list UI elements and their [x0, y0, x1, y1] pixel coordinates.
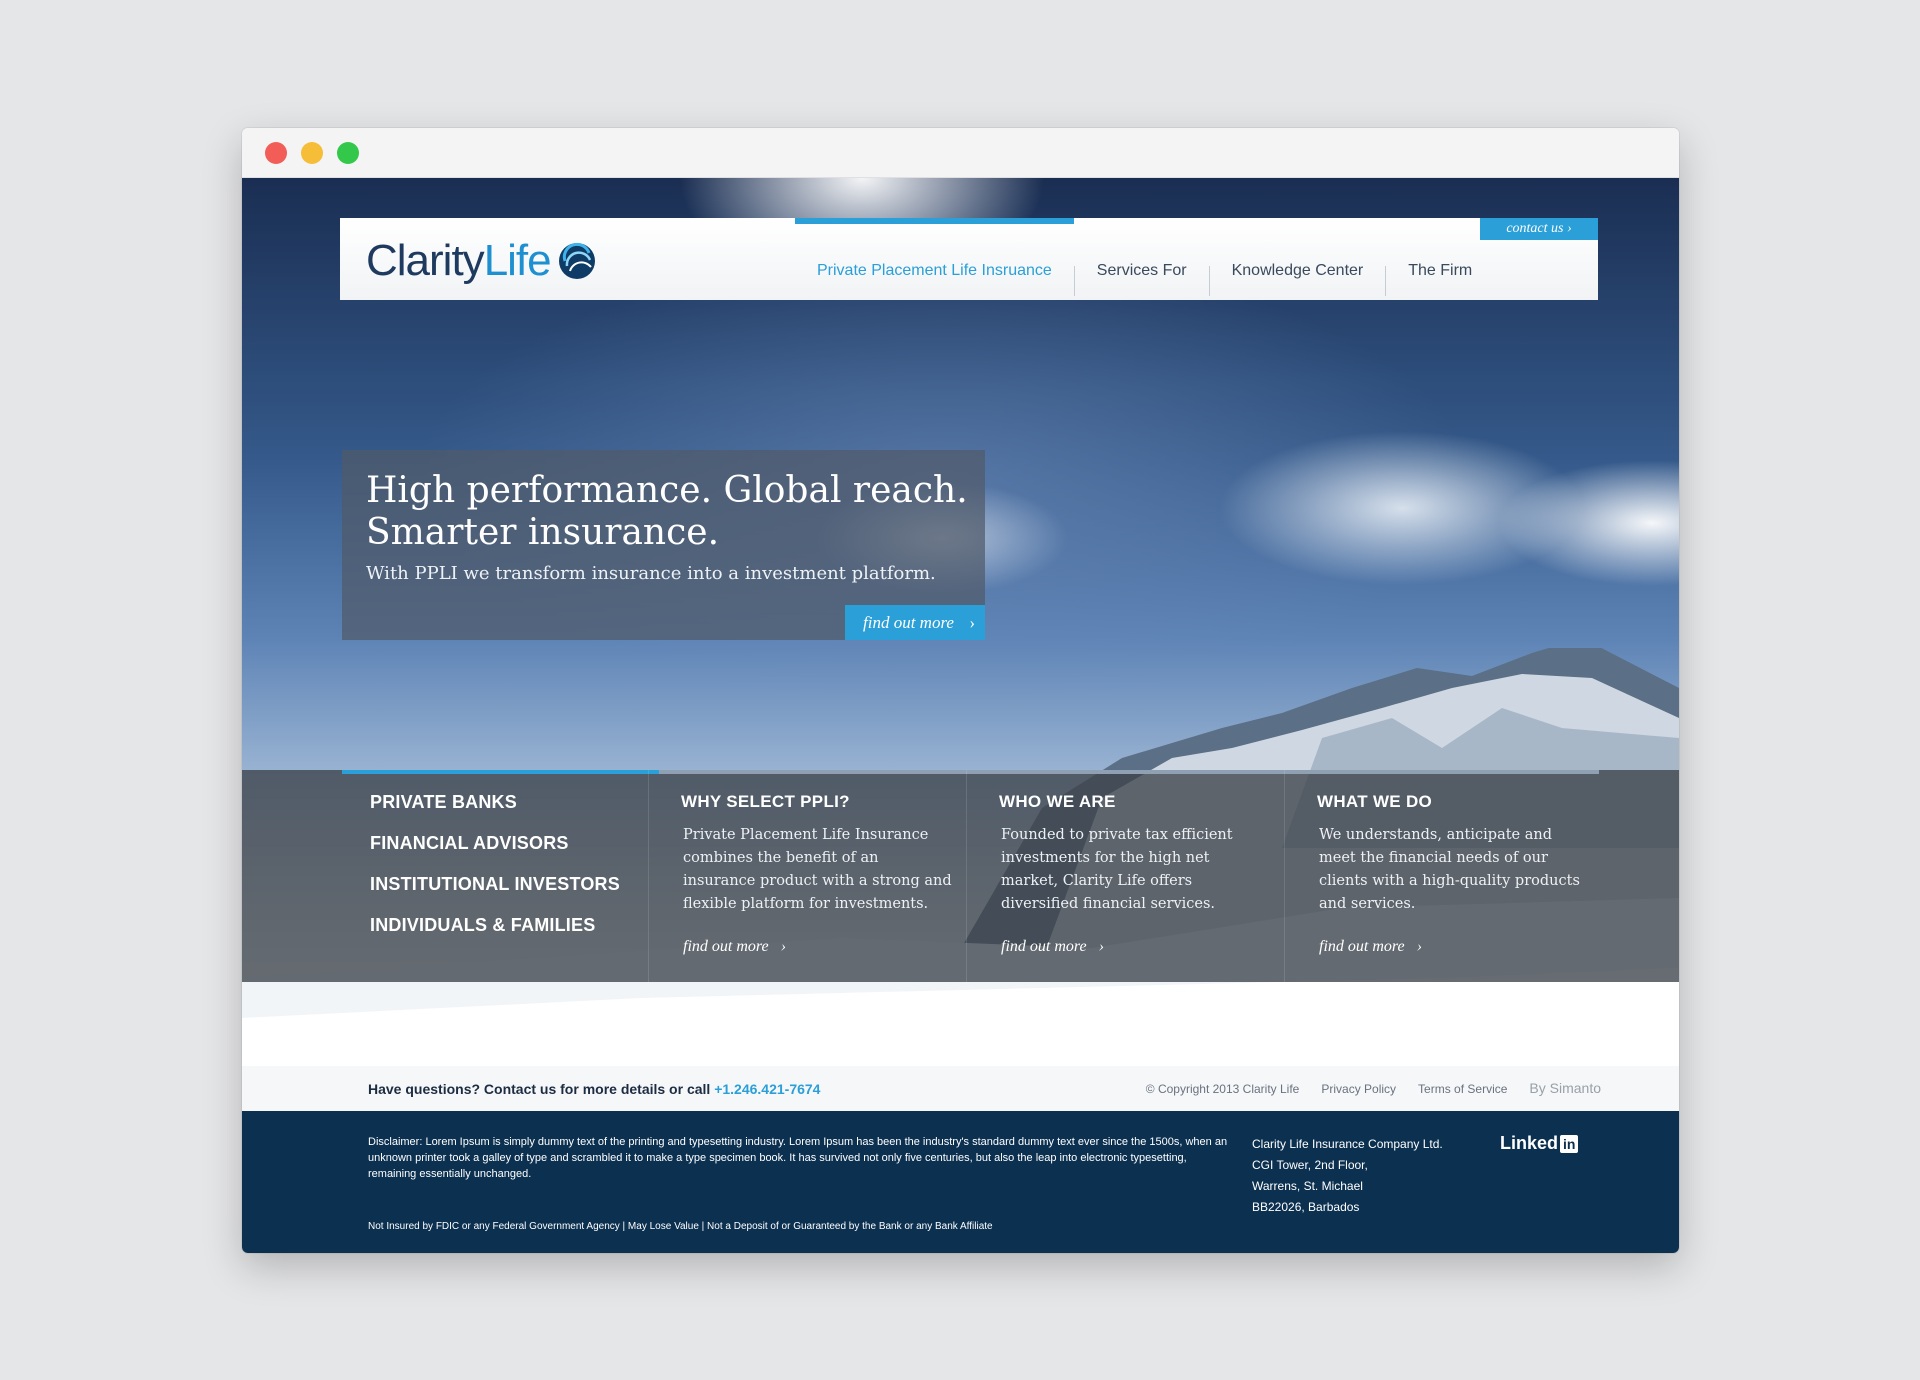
panel-accent-line: [342, 770, 659, 774]
column-find-out-more-link[interactable]: find out more ›: [1001, 938, 1104, 956]
nav-ppli[interactable]: Private Placement Life Insruance: [795, 218, 1074, 300]
column-heading: WHAT WE DO: [1317, 792, 1433, 811]
what-we-do-column: WHAT WE DO We understands, anticipate an…: [1284, 770, 1604, 982]
phone-link[interactable]: +1.246.421-7674: [714, 1081, 820, 1097]
audience-list: PRIVATE BANKS FINANCIAL ADVISORS INSTITU…: [370, 792, 620, 956]
column-body: Founded to private tax efficient investm…: [1001, 827, 1233, 912]
contact-us-label: contact us: [1506, 221, 1564, 236]
why-select-ppli-column: WHY SELECT PPLI? Private Placement Life …: [648, 770, 966, 982]
column-heading: WHO WE ARE: [999, 792, 1116, 811]
audience-private-banks[interactable]: PRIVATE BANKS: [370, 792, 620, 833]
maximize-window-button[interactable]: [337, 142, 359, 164]
contact-us-button[interactable]: contact us ›: [1480, 218, 1598, 240]
audience-institutional-investors[interactable]: INSTITUTIONAL INVESTORS: [370, 874, 620, 915]
main-nav: Private Placement Life Insruance Service…: [795, 218, 1494, 300]
terms-of-service-link[interactable]: Terms of Service: [1418, 1082, 1507, 1096]
page-viewport: ClarityLife Private Placement Life Insru…: [242, 178, 1679, 1253]
hero-subtitle: With PPLI we transform insurance into a …: [366, 563, 936, 584]
designer-credit-link[interactable]: By Simanto: [1529, 1080, 1601, 1096]
disclaimer-text: Disclaimer: Lorem Ipsum is simply dummy …: [368, 1136, 1228, 1180]
audience-financial-advisors[interactable]: FINANCIAL ADVISORS: [370, 833, 620, 874]
chevron-right-icon: ›: [1098, 938, 1104, 955]
browser-window: ClarityLife Private Placement Life Insru…: [242, 128, 1679, 1253]
linkedin-icon[interactable]: Linked in: [1500, 1133, 1579, 1154]
chevron-right-icon: ›: [780, 938, 786, 955]
chevron-right-icon: ›: [969, 613, 975, 632]
copyright-text: © Copyright 2013 Clarity Life: [1145, 1082, 1300, 1096]
hero-callout: High performance. Global reach. Smarter …: [342, 450, 985, 640]
chevron-right-icon: ›: [1566, 221, 1572, 236]
clarity-life-logo[interactable]: ClarityLife: [366, 236, 597, 286]
window-titlebar: [242, 128, 1679, 178]
site-header: ClarityLife Private Placement Life Insru…: [340, 218, 1598, 300]
feature-panels: PRIVATE BANKS FINANCIAL ADVISORS INSTITU…: [242, 770, 1679, 982]
nav-the-firm[interactable]: The Firm: [1386, 218, 1494, 300]
regulatory-notes: Not Insured by FDIC or any Federal Gover…: [368, 1221, 993, 1232]
who-we-are-column: WHO WE ARE Founded to private tax effici…: [966, 770, 1284, 982]
site-footer: Disclaimer: Lorem Ipsum is simply dummy …: [242, 1111, 1679, 1253]
logo-text: ClarityLife: [366, 236, 552, 285]
hero-title: High performance. Global reach. Smarter …: [366, 470, 968, 553]
footer-links: © Copyright 2013 Clarity Life Privacy Po…: [1145, 1080, 1601, 1096]
contact-question: Have questions? Contact us for more deta…: [368, 1081, 821, 1097]
logo-swirl-icon: [558, 242, 595, 279]
company-address: Clarity Life Insurance Company Ltd. CGI …: [1252, 1137, 1443, 1214]
privacy-policy-link[interactable]: Privacy Policy: [1321, 1082, 1396, 1096]
contact-strip: Have questions? Contact us for more deta…: [242, 1066, 1679, 1111]
column-body: Private Placement Life Insurance combine…: [683, 827, 952, 912]
column-heading: WHY SELECT PPLI?: [681, 792, 850, 811]
column-body: We understands, anticipate and meet the …: [1319, 827, 1580, 912]
nav-knowledge-center[interactable]: Knowledge Center: [1210, 218, 1386, 300]
audience-individuals-families[interactable]: INDIVIDUALS & FAMILIES: [370, 915, 620, 956]
close-window-button[interactable]: [265, 142, 287, 164]
minimize-window-button[interactable]: [301, 142, 323, 164]
column-find-out-more-link[interactable]: find out more ›: [1319, 938, 1422, 956]
chevron-right-icon: ›: [1416, 938, 1422, 955]
nav-services-for[interactable]: Services For: [1075, 218, 1209, 300]
column-find-out-more-link[interactable]: find out more ›: [683, 938, 786, 956]
hero-find-out-more-button[interactable]: find out more ›: [845, 605, 985, 640]
